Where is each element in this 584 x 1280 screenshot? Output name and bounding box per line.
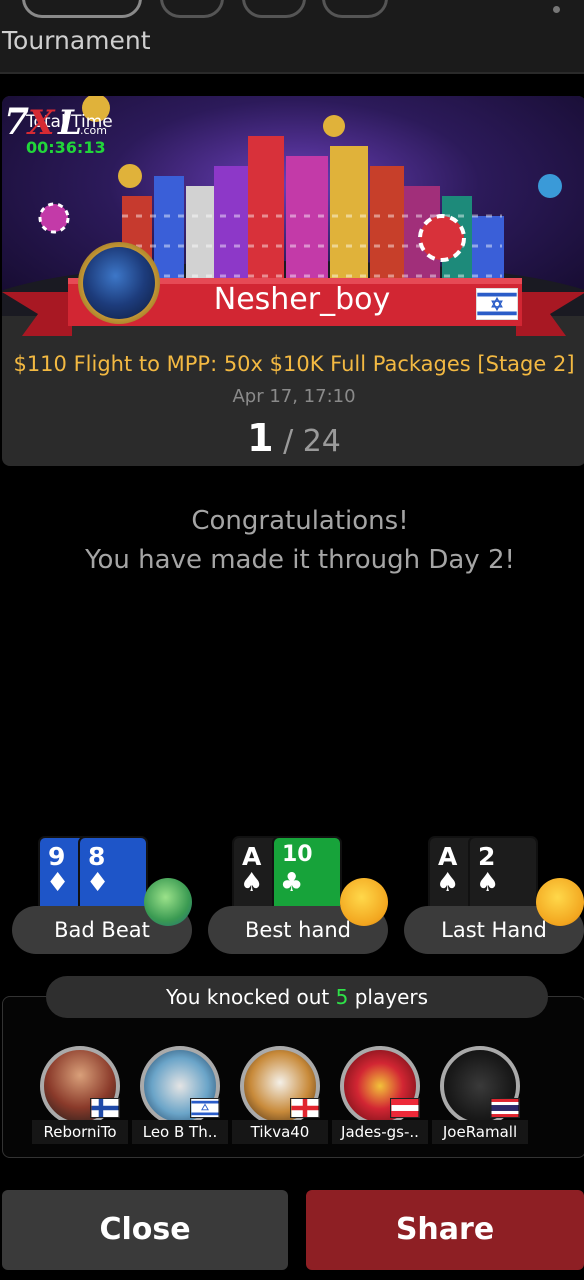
israel-flag-icon — [476, 288, 518, 320]
svg-text:.com: .com — [80, 124, 107, 137]
facepalm-face-icon — [536, 878, 584, 926]
austria-flag-icon — [390, 1098, 420, 1118]
player-name: Jades-gs-.. — [332, 1120, 428, 1144]
last-hand-button[interactable]: A ♠ 2 ♠ Last Hand — [404, 830, 584, 954]
position-value: 1 — [247, 416, 274, 460]
player-name: Tikva40 — [232, 1120, 328, 1144]
knocked-out-player[interactable]: Jades-gs-.. — [332, 1046, 428, 1146]
bad-beat-button[interactable]: 9 ♦ 8 ♦ Bad Beat — [12, 830, 192, 954]
card-2-spade: 2 ♠ — [468, 836, 538, 914]
top-bar: Tournament — [0, 0, 584, 74]
knockouts-summary: You knocked out 5 players — [46, 976, 548, 1018]
thinking-face-icon — [340, 878, 388, 926]
top-tab-4[interactable] — [322, 0, 388, 18]
finish-position: 1 / 24 — [2, 416, 584, 460]
page-title: Tournament — [2, 26, 151, 55]
svg-text:7: 7 — [4, 101, 29, 143]
position-total: / 24 — [283, 424, 341, 459]
card-8-diamond: 8 ♦ — [78, 836, 148, 914]
tournament-name: $110 Flight to MPP: 50x $10K Full Packag… — [13, 352, 575, 376]
best-hand-button[interactable]: A ♠ 10 ♣ Best hand — [208, 830, 388, 954]
sick-face-icon — [144, 878, 192, 926]
congrats-line-1: Congratulations! — [191, 506, 409, 536]
player-name: ReborniTo — [32, 1120, 128, 1144]
top-tab-2[interactable] — [160, 0, 224, 18]
knocked-out-player[interactable]: JoeRamall — [432, 1046, 528, 1146]
congrats-line-2: You have made it through Day 2! — [85, 545, 515, 575]
share-button[interactable]: Share — [306, 1190, 584, 1270]
knocked-out-player[interactable]: ReborniTo — [32, 1046, 128, 1146]
svg-text:X: X — [26, 103, 56, 143]
close-button[interactable]: Close — [2, 1190, 288, 1270]
player-name: Leo B Th.. — [132, 1120, 228, 1144]
tournament-date: Apr 17, 17:10 — [232, 386, 356, 407]
knocked-out-player[interactable]: Leo B Th.. — [132, 1046, 228, 1146]
congrats-message: Congratulations! You have made it throug… — [0, 502, 584, 580]
svg-text:L: L — [57, 103, 82, 143]
knocked-out-player[interactable]: Tikva40 — [232, 1046, 328, 1146]
knockouts-count: 5 — [335, 985, 349, 1009]
tournament-card: Total Time 00:36:13 7 X L .com Nesher_bo… — [2, 96, 584, 466]
thailand-flag-icon — [490, 1098, 520, 1118]
menu-dot-icon[interactable] — [553, 6, 560, 13]
top-tab-1[interactable] — [22, 0, 142, 18]
finland-flag-icon — [90, 1098, 120, 1118]
israel-flag-icon — [190, 1098, 220, 1118]
top-tab-3[interactable] — [242, 0, 306, 18]
player-name: JoeRamall — [432, 1120, 528, 1144]
card-10-club: 10 ♣ — [272, 836, 342, 914]
georgia-flag-icon — [290, 1098, 320, 1118]
brand-logo: 7 X L .com — [4, 101, 107, 143]
